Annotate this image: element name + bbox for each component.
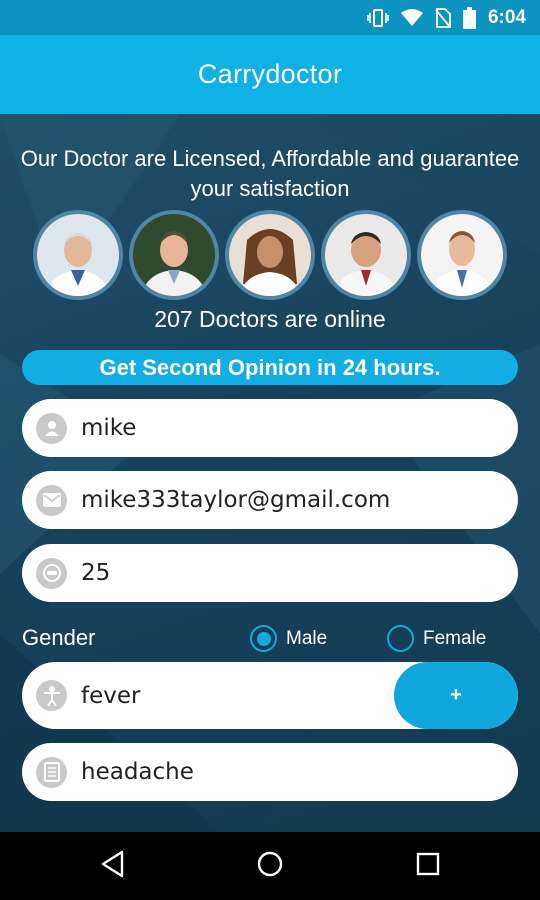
tagline: Our Doctor are Licensed, Affordable and …: [20, 146, 520, 201]
notes-input[interactable]: [81, 759, 461, 785]
age-icon: [36, 557, 67, 589]
doctor-avatars: [0, 210, 540, 300]
gender-male-label: Male: [286, 627, 328, 649]
name-field[interactable]: [22, 399, 518, 457]
doctor-avatar: [225, 210, 315, 300]
email-icon: [36, 484, 67, 516]
doctor-avatar: [33, 210, 123, 300]
symptom-input[interactable]: [81, 682, 341, 709]
wifi-icon: [400, 8, 423, 27]
main-content: Our Doctor are Licensed, Affordable and …: [0, 114, 540, 832]
document-icon: [36, 756, 67, 788]
age-field[interactable]: [22, 544, 518, 602]
app-title: Carrydoctor: [197, 59, 343, 89]
gender-male-radio[interactable]: Male: [250, 625, 327, 652]
back-icon: [100, 850, 126, 883]
app-bar: Carrydoctor: [0, 35, 540, 114]
email-input[interactable]: [81, 487, 461, 513]
doctors-online-count: 207 Doctors are online: [154, 306, 386, 332]
radio-unselected-icon: [387, 625, 414, 652]
battery-icon: [462, 6, 476, 29]
name-input[interactable]: [81, 415, 461, 441]
email-field[interactable]: [22, 471, 518, 529]
gender-row: Gender Male Female: [22, 619, 518, 657]
recents-button[interactable]: [413, 851, 443, 881]
doctor-avatar: [321, 210, 411, 300]
doctor-avatar: [417, 210, 507, 300]
status-time: 6:04: [487, 6, 526, 28]
no-sim-icon: [435, 7, 451, 28]
age-input[interactable]: [81, 560, 461, 586]
navigation-bar: [0, 832, 540, 900]
back-button[interactable]: [98, 850, 128, 883]
home-button[interactable]: [255, 851, 285, 881]
recents-icon: [416, 852, 440, 881]
gender-female-radio[interactable]: Female: [387, 625, 486, 652]
gender-female-label: Female: [423, 627, 487, 649]
vibrate-icon: [367, 8, 389, 28]
symptom-field[interactable]: +: [22, 662, 518, 729]
add-symptom-button[interactable]: +: [394, 662, 518, 729]
status-bar: 6:04: [0, 0, 540, 35]
radio-selected-icon: [250, 625, 277, 652]
home-icon: [256, 850, 284, 883]
gender-label: Gender: [22, 625, 96, 650]
doctor-avatar: [129, 210, 219, 300]
second-opinion-banner: Get Second Opinion in 24 hours.: [22, 350, 518, 385]
person-icon: [36, 412, 67, 444]
notes-field[interactable]: [22, 743, 518, 801]
body-icon: [36, 680, 67, 711]
